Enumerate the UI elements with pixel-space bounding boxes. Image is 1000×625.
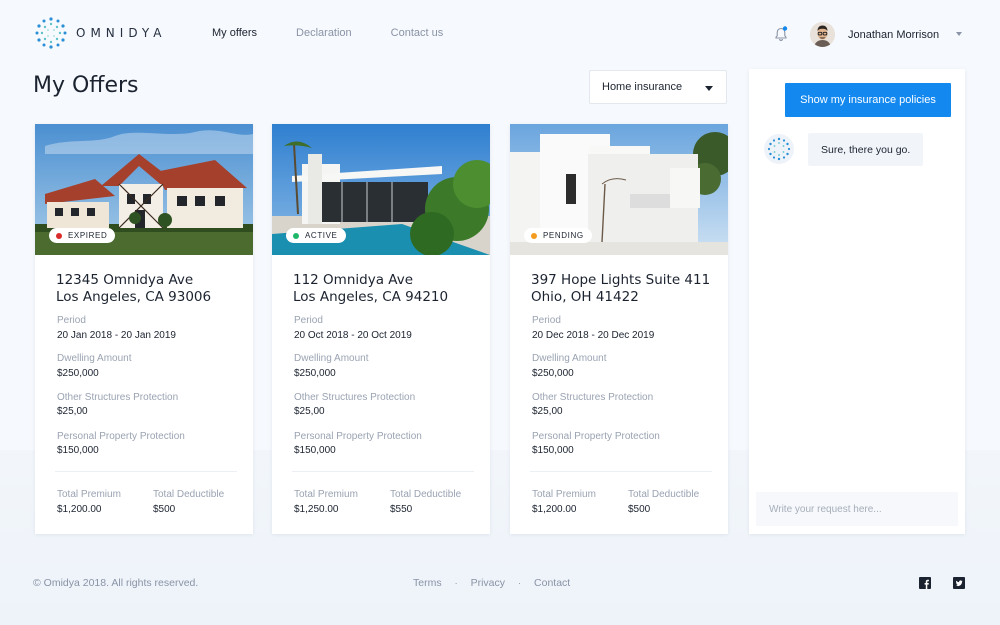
offer-card[interactable]: PENDING 397 Hope Lights Suite 411 Ohio, …	[510, 124, 728, 534]
bot-message-bubble: Sure, there you go.	[808, 133, 924, 166]
status-text: EXPIRED	[68, 231, 108, 240]
nav-item-my-offers[interactable]: My offers	[212, 27, 257, 39]
brand-logo[interactable]: OMNIDYA	[34, 16, 167, 50]
total-premium-value: $1,250.00	[294, 504, 339, 515]
twitter-icon	[953, 577, 965, 589]
address-line2: Ohio, OH 41422	[531, 289, 639, 305]
status-dot	[56, 232, 62, 239]
total-premium-label: Total Premium	[57, 489, 121, 500]
divider	[530, 471, 712, 472]
dwelling-label: Dwelling Amount	[532, 353, 607, 364]
status-text: PENDING	[543, 231, 584, 240]
notification-button[interactable]	[774, 26, 788, 42]
chevron-down-icon[interactable]	[956, 32, 962, 36]
total-deductible-value: $500	[628, 504, 651, 515]
dwelling-label: Dwelling Amount	[57, 353, 132, 364]
period-label: Period	[294, 315, 323, 326]
offer-card[interactable]: ACTIVE 112 Omnidya Ave Los Angeles, CA 9…	[272, 124, 490, 534]
total-deductible-label: Total Deductible	[153, 489, 225, 500]
other-structures-label: Other Structures Protection	[57, 392, 179, 403]
footer-link-privacy[interactable]: Privacy	[471, 577, 505, 589]
address-line2: Los Angeles, CA 94210	[293, 289, 449, 305]
chat-input[interactable]	[756, 492, 958, 526]
dwelling-label: Dwelling Amount	[294, 353, 369, 364]
separator: ·	[454, 578, 458, 588]
personal-property-value: $150,000	[57, 445, 99, 456]
bot-avatar	[764, 134, 794, 164]
total-deductible-value: $500	[153, 504, 176, 515]
total-deductible-label: Total Deductible	[390, 489, 462, 500]
other-structures-value: $25,00	[57, 406, 88, 417]
total-premium-value: $1,200.00	[57, 504, 102, 515]
omnidya-logo-icon	[35, 17, 67, 49]
nav-item-contact-us[interactable]: Contact us	[391, 27, 444, 39]
dwelling-value: $250,000	[294, 368, 336, 379]
personal-property-value: $150,000	[532, 445, 574, 456]
address-line1: 12345 Omnidya Ave	[56, 272, 194, 288]
divider	[55, 471, 237, 472]
user-menu[interactable]: Jonathan Morrison	[810, 22, 939, 47]
top-bar: OMNIDYA My offers Declaration Contact us…	[0, 0, 1000, 68]
footer-link-terms[interactable]: Terms	[413, 577, 442, 589]
bot-message-text: Sure, there you go.	[821, 143, 911, 156]
address-line1: 112 Omnidya Ave	[293, 272, 414, 288]
period-value: 20 Jan 2018 - 20 Jan 2019	[57, 330, 176, 341]
total-premium-label: Total Premium	[532, 489, 596, 500]
personal-property-label: Personal Property Protection	[57, 431, 185, 442]
status-dot	[531, 232, 537, 239]
footer-links: Terms · Privacy · Contact	[413, 577, 570, 589]
dwelling-value: $250,000	[532, 368, 574, 379]
select-value: Home insurance	[602, 81, 683, 93]
other-structures-label: Other Structures Protection	[294, 392, 416, 403]
offer-card[interactable]: EXPIRED 12345 Omnidya Ave Los Angeles, C…	[35, 124, 253, 534]
status-badge: EXPIRED	[49, 228, 116, 243]
personal-property-label: Personal Property Protection	[532, 431, 660, 442]
avatar	[810, 22, 835, 47]
chat-panel: Show my insurance policies Sure, there y…	[749, 69, 965, 534]
user-name: Jonathan Morrison	[848, 28, 940, 41]
insurance-type-select[interactable]: Home insurance	[589, 70, 727, 104]
status-badge: ACTIVE	[286, 228, 346, 243]
nav-item-declaration[interactable]: Declaration	[296, 27, 352, 39]
footer-link-contact[interactable]: Contact	[534, 577, 570, 589]
divider	[292, 471, 474, 472]
period-label: Period	[532, 315, 561, 326]
main-nav: My offers Declaration Contact us	[212, 27, 482, 39]
status-text: ACTIVE	[305, 231, 338, 240]
dwelling-value: $250,000	[57, 368, 99, 379]
personal-property-value: $150,000	[294, 445, 336, 456]
omnidya-bot-icon	[767, 137, 791, 161]
user-avatar-icon	[810, 22, 835, 47]
other-structures-label: Other Structures Protection	[532, 392, 654, 403]
bell-icon	[775, 26, 788, 41]
other-structures-value: $25,00	[294, 406, 325, 417]
total-deductible-value: $550	[390, 504, 413, 515]
status-dot	[293, 232, 299, 239]
caret-down-icon	[705, 86, 713, 91]
status-badge: PENDING	[524, 228, 592, 243]
brand-name: OMNIDYA	[76, 26, 167, 40]
facebook-icon	[919, 577, 931, 589]
separator: ·	[518, 578, 522, 588]
address-line1: 397 Hope Lights Suite 411	[531, 272, 711, 288]
page-title: My Offers	[33, 73, 139, 98]
total-premium-label: Total Premium	[294, 489, 358, 500]
total-deductible-label: Total Deductible	[628, 489, 700, 500]
twitter-link[interactable]	[953, 576, 965, 589]
personal-property-label: Personal Property Protection	[294, 431, 422, 442]
copyright: © Omidya 2018. All rights reserved.	[33, 577, 199, 589]
other-structures-value: $25,00	[532, 406, 563, 417]
address-line2: Los Angeles, CA 93006	[56, 289, 212, 305]
period-value: 20 Dec 2018 - 20 Dec 2019	[532, 330, 655, 341]
user-message-bubble[interactable]: Show my insurance policies	[785, 83, 951, 117]
period-label: Period	[57, 315, 86, 326]
total-premium-value: $1,200.00	[532, 504, 577, 515]
period-value: 20 Oct 2018 - 20 Oct 2019	[294, 330, 412, 341]
facebook-link[interactable]	[919, 576, 931, 589]
